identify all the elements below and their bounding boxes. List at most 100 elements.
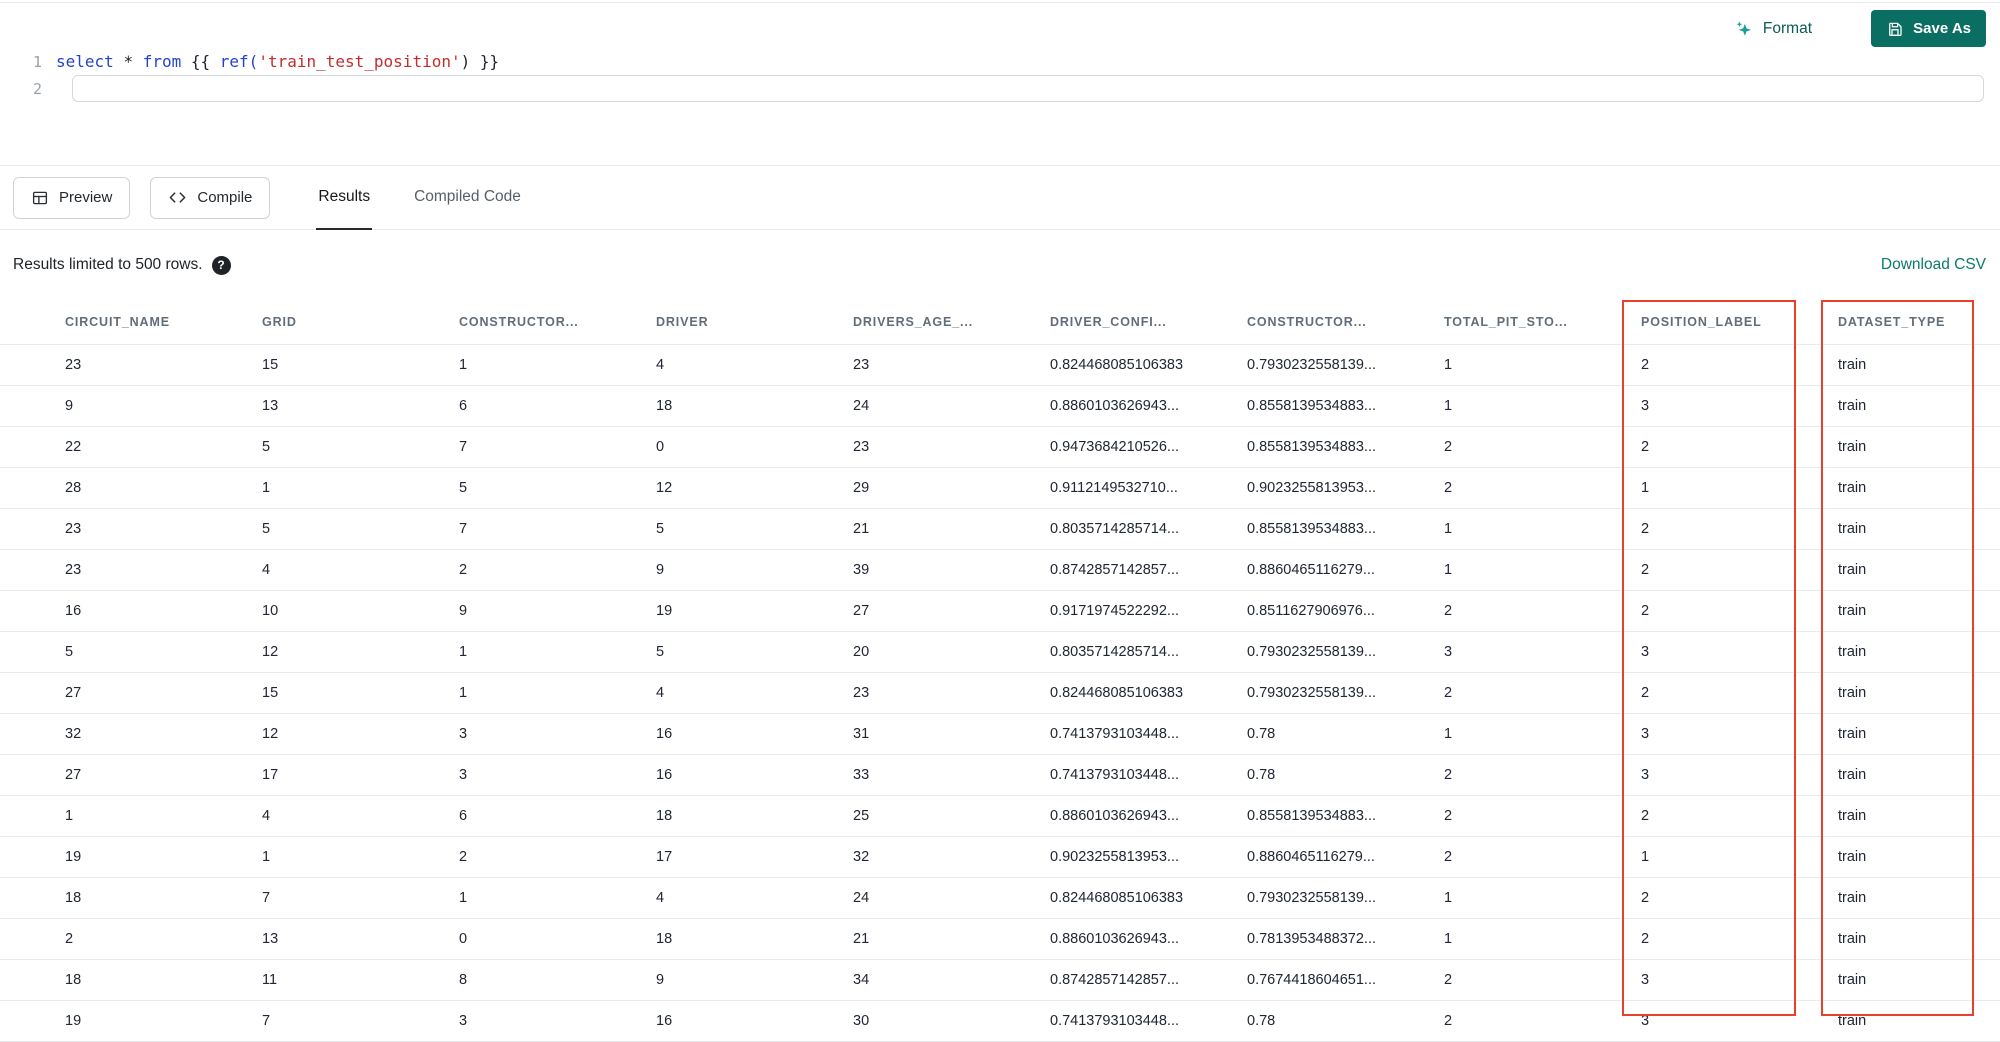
- table-cell: 2: [459, 849, 468, 865]
- table-cell: 5: [656, 521, 665, 537]
- table-cell: 0.824468085106383: [1050, 890, 1184, 906]
- table-cell: 2: [1444, 603, 1453, 619]
- table-row: 18 7 1 4 24 0.824468085106383 0.7930232558139.…: [0, 877, 2000, 918]
- column-header: GRID: [262, 315, 297, 329]
- table-cell: train: [1838, 521, 1867, 537]
- table-cell: 2: [1444, 439, 1453, 455]
- table-cell: 29: [853, 480, 870, 496]
- table-cell: train: [1838, 726, 1867, 742]
- table-cell: 30: [853, 1013, 870, 1029]
- table-cell: 1: [459, 357, 468, 373]
- table-cell: 23: [65, 521, 82, 537]
- table-cell: 2: [1641, 562, 1650, 578]
- table-row: 28 1 5 12 29 0.9112149532710... 0.902325581395…: [0, 467, 2000, 508]
- table-cell: 16: [65, 603, 82, 619]
- table-cell: 1: [1444, 521, 1453, 537]
- table-cell: 0.8860103626943...: [1050, 398, 1180, 414]
- table-row: 9 13 6 18 24 0.8860103626943... 0.855813953488…: [0, 385, 2000, 426]
- editor-line-1[interactable]: 1 select * from {{ ref('train_test_posit…: [0, 48, 2000, 75]
- table-cell: 9: [459, 603, 468, 619]
- table-row: 19 1 2 17 32 0.9023255813953... 0.886046511627…: [0, 836, 2000, 877]
- table-cell: 19: [656, 603, 673, 619]
- table-cell: 18: [656, 398, 673, 414]
- table-cell: 7: [459, 439, 468, 455]
- format-button[interactable]: Format: [1728, 18, 1818, 40]
- table-cell: 0.8860103626943...: [1050, 931, 1180, 947]
- table-cell: 3: [1641, 972, 1650, 988]
- sparkles-icon: [1734, 19, 1754, 39]
- table-cell: 23: [853, 357, 870, 373]
- column-header: DRIVERS_AGE_...: [853, 315, 974, 329]
- table-cell: train: [1838, 398, 1867, 414]
- table-cell: 2: [65, 931, 74, 947]
- table-cell: 0: [459, 931, 468, 947]
- table-cell: 8: [459, 972, 468, 988]
- download-csv-link[interactable]: Download CSV: [1881, 256, 1986, 274]
- table-cell: 0.9473684210526...: [1050, 439, 1180, 455]
- table-cell: 17: [656, 849, 673, 865]
- table-icon: [31, 189, 49, 207]
- table-cell: 0.9023255813953...: [1050, 849, 1180, 865]
- table-cell: 0.7813953488372...: [1247, 931, 1377, 947]
- table-cell: 9: [65, 398, 74, 414]
- save-as-button[interactable]: Save As: [1871, 10, 1986, 47]
- table-cell: 0.8860465116279...: [1247, 849, 1375, 865]
- table-cell: 16: [656, 767, 673, 783]
- tab-results[interactable]: Results: [316, 166, 373, 230]
- table-cell: 1: [262, 849, 271, 865]
- table-header-row: CIRCUIT_NAME GRID CONSTRUCTOR... DRIVER DRIV…: [0, 300, 2000, 344]
- table-cell: train: [1838, 767, 1867, 783]
- table-cell: 2: [1641, 890, 1650, 906]
- table-cell: 1: [1444, 890, 1453, 906]
- table-cell: 5: [459, 480, 468, 496]
- table-cell: 23: [65, 357, 82, 373]
- table-cell: 2: [1641, 685, 1650, 701]
- table-cell: 0.78: [1247, 767, 1276, 783]
- table-cell: 2: [1444, 808, 1453, 824]
- table-cell: 0.7413793103448...: [1050, 767, 1180, 783]
- table-cell: 21: [853, 521, 870, 537]
- column-header: CIRCUIT_NAME: [65, 315, 170, 329]
- table-cell: 0.7413793103448...: [1050, 1013, 1180, 1029]
- preview-button[interactable]: Preview: [13, 176, 131, 219]
- table-cell: 12: [262, 644, 279, 660]
- table-row: 18 11 8 9 34 0.8742857142857... 0.767441860465…: [0, 959, 2000, 1000]
- table-cell: 3: [1444, 644, 1453, 660]
- table-cell: 16: [656, 726, 673, 742]
- table-cell: 7: [262, 1013, 271, 1029]
- table-cell: 7: [262, 890, 271, 906]
- table-cell: 0.7930232558139...: [1247, 890, 1377, 906]
- sql-editor[interactable]: 1 select * from {{ ref('train_test_posit…: [0, 0, 2000, 166]
- table-cell: 18: [65, 972, 82, 988]
- table-cell: 32: [853, 849, 870, 865]
- table-cell: 0.8511627906976...: [1247, 603, 1375, 619]
- table-cell: 0.8558139534883...: [1247, 439, 1377, 455]
- table-cell: 0.78: [1247, 726, 1276, 742]
- table-cell: 0.824468085106383: [1050, 357, 1184, 373]
- code-token: ref(: [219, 52, 259, 71]
- table-cell: 32: [65, 726, 82, 742]
- table-cell: 1: [459, 685, 468, 701]
- table-cell: 1: [262, 480, 271, 496]
- editor-line-2[interactable]: 2: [0, 75, 2000, 102]
- table-cell: train: [1838, 972, 1867, 988]
- table-cell: train: [1838, 808, 1867, 824]
- table-cell: 13: [262, 398, 279, 414]
- code-line-1[interactable]: select * from {{ ref('train_test_positio…: [56, 52, 499, 71]
- table-cell: 1: [1641, 849, 1650, 865]
- tab-results-label: Results: [318, 187, 371, 205]
- code-token: from: [142, 52, 182, 71]
- column-header: DRIVER_CONFI...: [1050, 315, 1167, 329]
- tab-compiled-code[interactable]: Compiled Code: [412, 166, 523, 230]
- table-cell: 2: [1641, 808, 1650, 824]
- code-token: *: [123, 52, 134, 71]
- table-cell: train: [1838, 849, 1867, 865]
- table-cell: 3: [1641, 644, 1650, 660]
- table-cell: 39: [853, 562, 870, 578]
- table-body: 23 15 1 4 23 0.824468085106383 0.7930232558139…: [0, 344, 2000, 1042]
- table-cell: 0: [656, 439, 665, 455]
- compile-button[interactable]: Compile: [150, 176, 271, 219]
- table-cell: 15: [262, 685, 279, 701]
- help-icon[interactable]: ?: [211, 255, 231, 275]
